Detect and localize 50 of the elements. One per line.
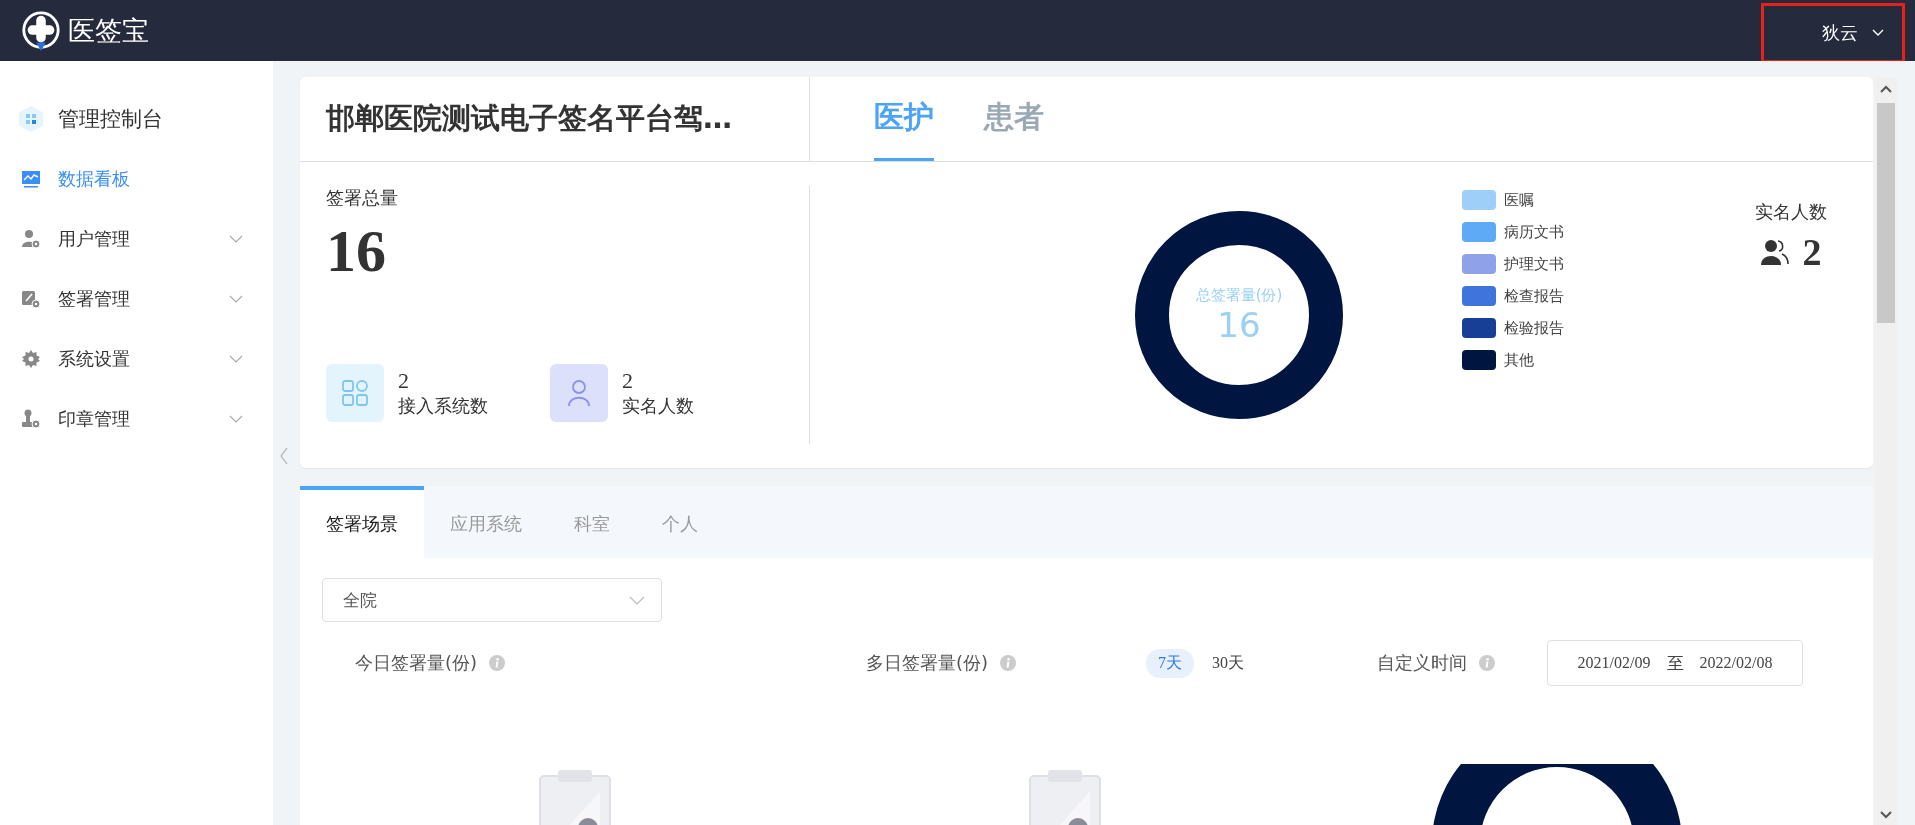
sidebar-item[interactable]: 系统设置 xyxy=(0,329,273,389)
total-value: 16 xyxy=(326,217,387,286)
person-icon xyxy=(567,379,591,407)
stat-label: 接入系统数 xyxy=(398,394,488,418)
donut-center-label: 总签署量(份) xyxy=(1195,285,1283,305)
scroll-thumb[interactable] xyxy=(1877,103,1895,323)
range-option[interactable]: 7天 xyxy=(1146,648,1195,678)
info-icon[interactable] xyxy=(1000,655,1017,671)
metric-label: 多日签署量(份) xyxy=(866,651,989,675)
scrollbar[interactable] xyxy=(1875,77,1897,825)
scroll-up-icon[interactable] xyxy=(1880,85,1892,93)
legend-label: 病历文书 xyxy=(1504,222,1564,242)
donut-center-value: 16 xyxy=(1217,304,1261,345)
range-option[interactable]: 30天 xyxy=(1200,648,1257,678)
info-icon[interactable] xyxy=(489,655,506,671)
hospital-title: 邯郸医院测试电子签名平台驾… xyxy=(300,77,810,161)
info-icon[interactable] xyxy=(1479,655,1495,671)
caret-icon xyxy=(1872,28,1884,37)
chevron-down-icon xyxy=(229,415,243,423)
chevron-down-icon xyxy=(229,355,243,363)
legend-label: 检查报告 xyxy=(1504,286,1564,306)
chevron-down-icon xyxy=(229,235,243,243)
metric-label: 自定义时间 xyxy=(1377,651,1467,675)
sidebar-item[interactable]: 签署管理 xyxy=(0,269,273,329)
stat-value: 2 xyxy=(398,368,410,394)
apps-icon xyxy=(341,379,369,407)
people-icon xyxy=(1760,239,1789,265)
realname-value: 2 xyxy=(1802,230,1822,274)
stat-label: 实名人数 xyxy=(622,394,694,418)
sidebar-item[interactable]: 用户管理 xyxy=(0,209,273,269)
realname-label: 实名人数 xyxy=(1755,200,1827,224)
grid-icon xyxy=(18,105,44,133)
legend-label: 其他 xyxy=(1504,350,1534,370)
sidebar-item[interactable]: 印章管理 xyxy=(0,389,273,449)
legend-label: 检验报告 xyxy=(1504,318,1564,338)
date-range-field[interactable]: 2021/02/09 至 2022/02/08 xyxy=(1547,640,1803,686)
chevron-down-icon xyxy=(229,295,243,303)
metric-label: 今日签署量(份) xyxy=(355,651,478,675)
scroll-down-icon[interactable] xyxy=(1880,811,1892,819)
app-name: 医签宝 xyxy=(68,13,149,48)
collapse-icon[interactable] xyxy=(279,447,289,465)
stat-value: 2 xyxy=(622,368,634,394)
logo-icon xyxy=(20,9,62,52)
legend-label: 医嘱 xyxy=(1504,190,1534,210)
scope-select[interactable]: 全院 xyxy=(322,578,662,622)
chevron-down-icon xyxy=(629,595,645,605)
legend-label: 护理文书 xyxy=(1504,254,1564,274)
total-label: 签署总量 xyxy=(326,186,399,210)
tab[interactable]: 签署场景 xyxy=(300,486,424,558)
sidebar-item[interactable]: 管理控制台 xyxy=(0,89,273,149)
